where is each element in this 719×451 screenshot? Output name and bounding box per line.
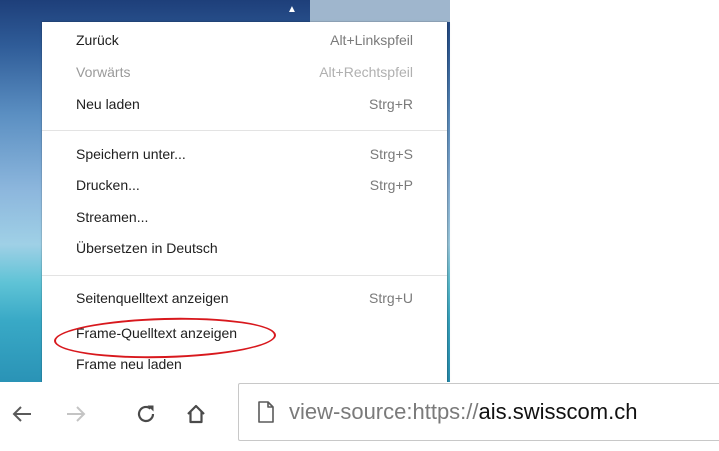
reload-icon <box>137 405 155 423</box>
menu-item-shortcut: Strg+P <box>369 177 413 193</box>
menu-item-label: Drucken... <box>76 177 140 193</box>
menu-item-shortcut: Strg+U <box>369 290 413 306</box>
menu-item-translate[interactable]: Übersetzen in Deutsch <box>42 234 447 265</box>
menu-item-shortcut: Alt+Linkspfeil <box>330 32 413 48</box>
browser-toolbar: view-source:https://ais.swisscom.ch <box>0 382 719 451</box>
home-icon <box>187 404 205 424</box>
menu-item-forward[interactable]: Vorwärts Alt+Rechtspfeil <box>42 58 447 89</box>
menu-item-print[interactable]: Drucken... Strg+P <box>42 171 447 202</box>
menu-item-view-page-source[interactable]: Seitenquelltext anzeigen Strg+U <box>42 284 447 315</box>
menu-item-shortcut: Strg+S <box>369 146 413 162</box>
menu-item-cast[interactable]: Streamen... <box>42 203 447 234</box>
menu-item-shortcut: Alt+Rechtspfeil <box>319 64 413 80</box>
page-caret-icon: ▲ <box>287 4 297 15</box>
menu-item-reload[interactable]: Neu laden Strg+R <box>42 90 447 121</box>
menu-item-back[interactable]: Zurück Alt+Linkspfeil <box>42 26 447 57</box>
url-prefix: view-source:https:// <box>289 399 479 424</box>
menu-item-label: Übersetzen in Deutsch <box>76 240 218 256</box>
page-header-strip <box>310 0 450 22</box>
home-button[interactable] <box>178 394 214 434</box>
menu-item-label: Zurück <box>76 32 119 48</box>
forward-button[interactable] <box>58 394 94 434</box>
menu-item-label: Vorwärts <box>76 64 131 80</box>
page-icon <box>258 401 274 423</box>
menu-item-save-as[interactable]: Speichern unter... Strg+S <box>42 140 447 171</box>
menu-item-label: Neu laden <box>76 96 140 112</box>
menu-item-label: Streamen... <box>76 209 149 225</box>
arrow-right-icon <box>67 406 86 422</box>
url-host: ais.swisscom.ch <box>478 399 638 424</box>
context-menu: Zurück Alt+Linkspfeil Vorwärts Alt+Recht… <box>42 22 447 382</box>
menu-item-label: Seitenquelltext anzeigen <box>76 290 229 306</box>
menu-separator <box>42 275 447 276</box>
url-text: view-source:https://ais.swisscom.ch <box>289 399 637 425</box>
menu-item-shortcut: Strg+R <box>369 96 413 112</box>
menu-item-label: Frame neu laden <box>76 356 182 372</box>
menu-item-label: Speichern unter... <box>76 146 186 162</box>
arrow-left-icon <box>12 406 31 422</box>
back-button[interactable] <box>4 394 40 434</box>
address-bar[interactable]: view-source:https://ais.swisscom.ch <box>238 383 719 441</box>
reload-button[interactable] <box>128 394 164 434</box>
menu-separator <box>42 130 447 131</box>
